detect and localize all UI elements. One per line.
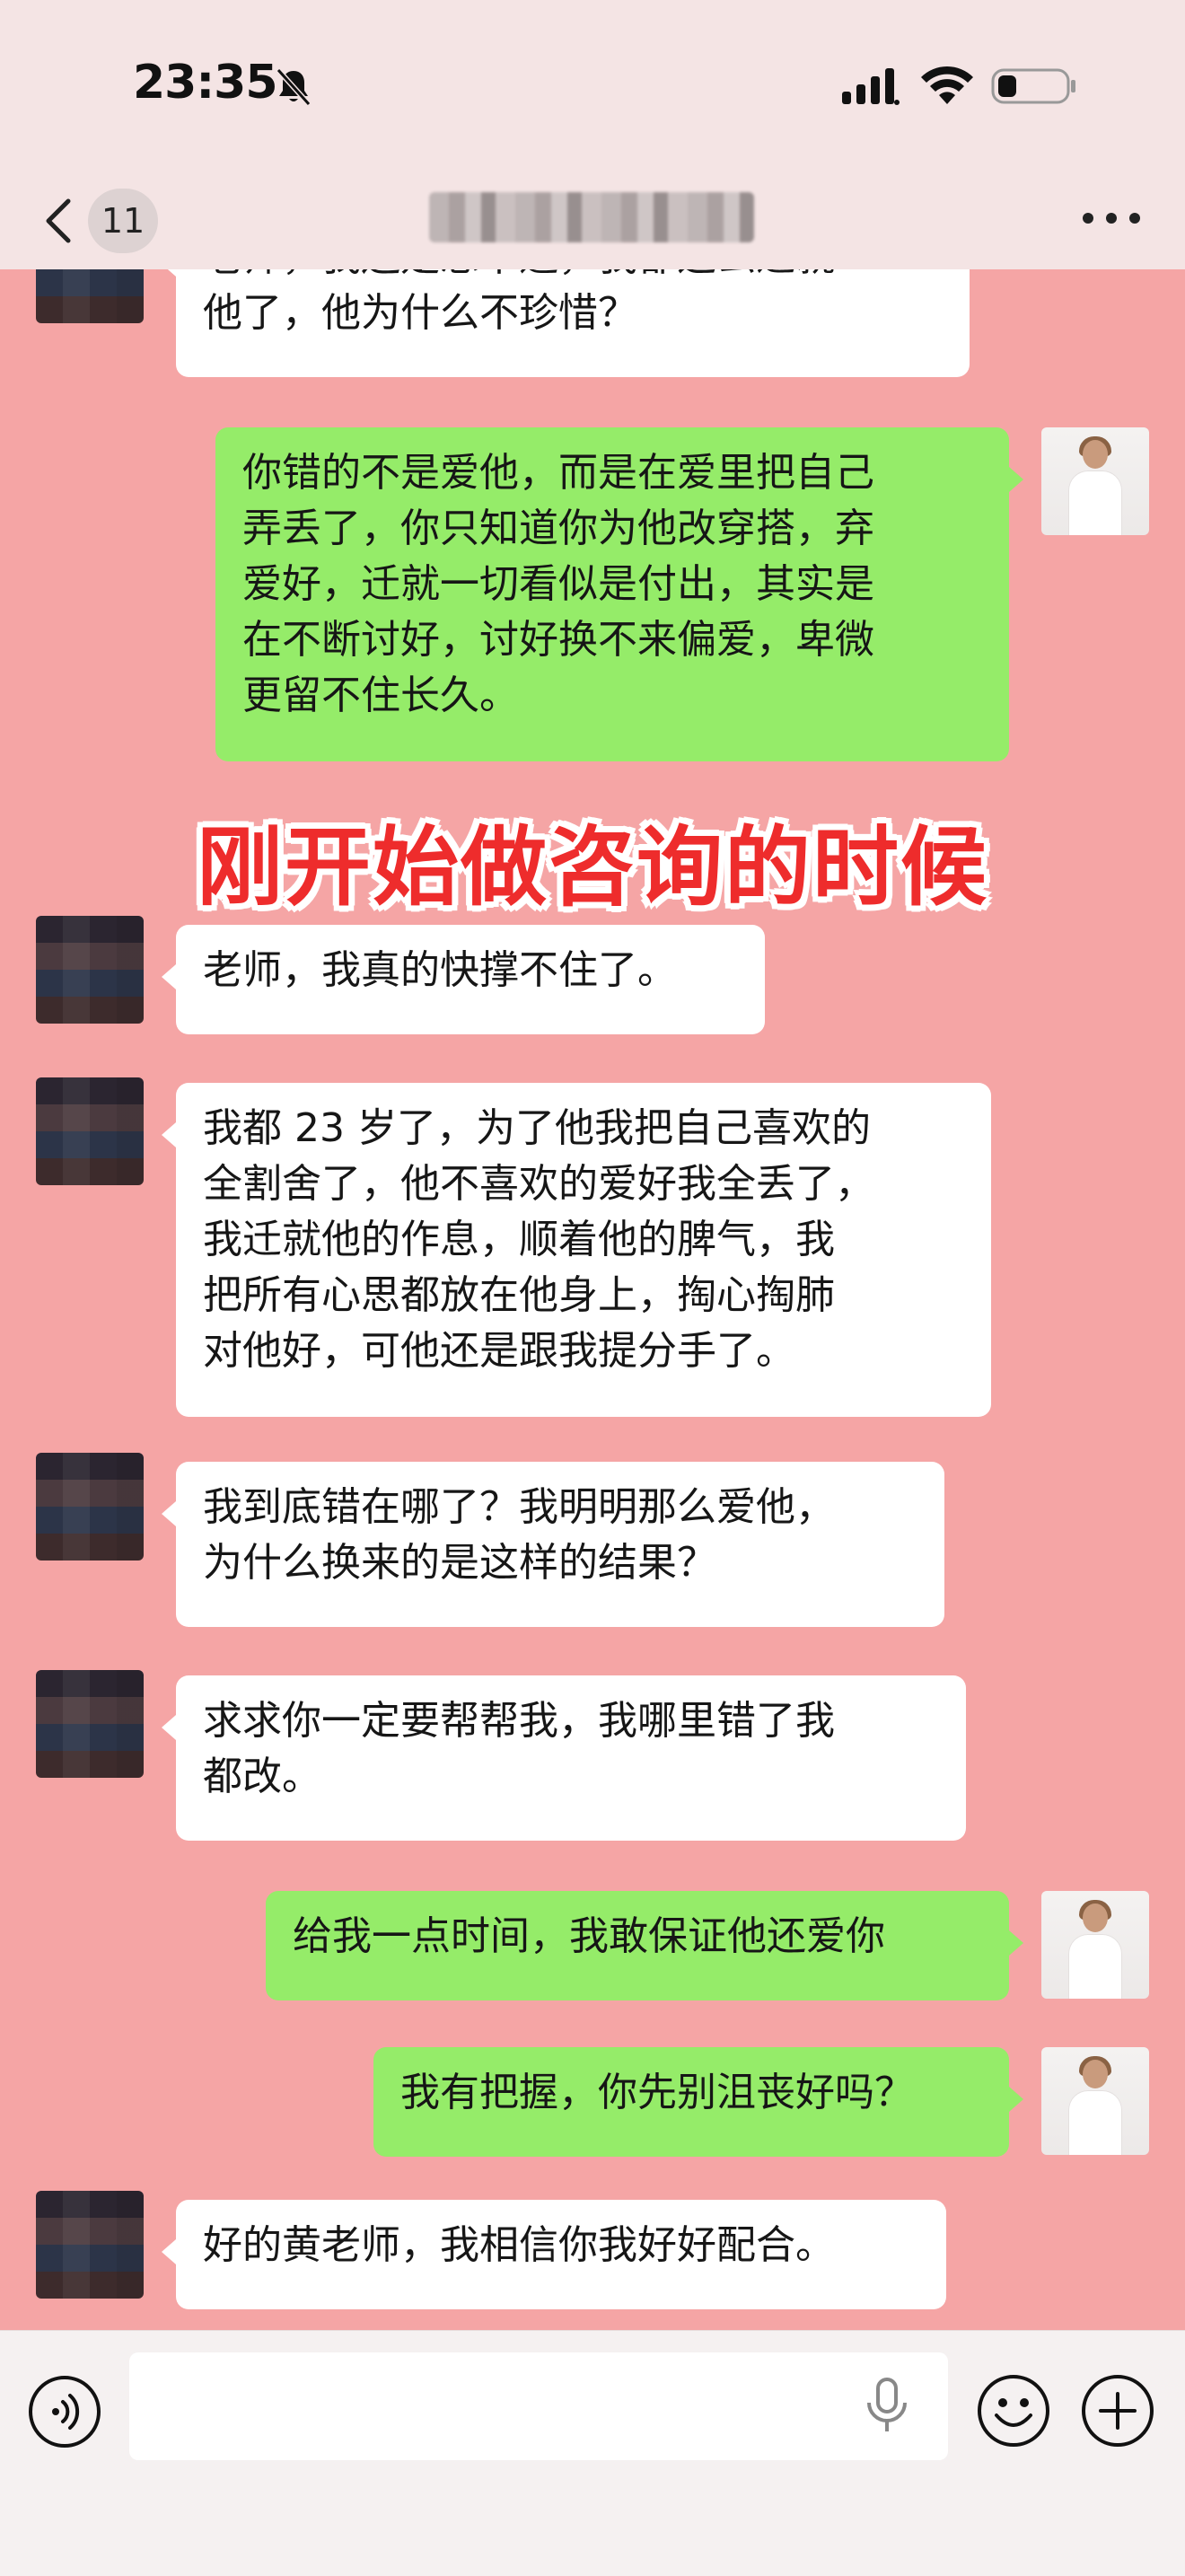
bell-slash-icon bbox=[276, 67, 312, 107]
chevron-left-icon bbox=[46, 198, 71, 243]
input-bar bbox=[0, 2330, 1185, 2576]
message-bubble-incoming[interactable]: 我到底错在哪了？我明明那么爱他， 为什么换来的是这样的结果？ bbox=[162, 1462, 944, 1627]
message-bubble-incoming[interactable]: 老师，我还是想不通，我都这么迁就 他了，他为什么不珍惜？ bbox=[162, 269, 970, 377]
status-time: 23:35 bbox=[133, 56, 278, 110]
battery-icon bbox=[991, 68, 1075, 104]
my-avatar[interactable] bbox=[1041, 1891, 1149, 1999]
contact-avatar[interactable] bbox=[36, 1670, 144, 1778]
cellular-signal-icon bbox=[842, 68, 900, 105]
contact-avatar[interactable] bbox=[36, 1077, 144, 1185]
emoji-icon[interactable] bbox=[975, 2372, 1052, 2449]
message-bubble-outgoing[interactable]: 你错的不是爱他，而是在爱里把自己 弄丢了，你只知道你为他改穿搭，弃 爱好，迁就一… bbox=[215, 427, 1023, 761]
plus-icon[interactable] bbox=[1079, 2372, 1156, 2449]
status-bar: 23:35 bbox=[0, 0, 1185, 171]
message-list[interactable]: 老师，我还是想不通，我都这么迁就 他了，他为什么不珍惜？ 你错的不是爱他，而是在… bbox=[0, 269, 1185, 2330]
contact-avatar[interactable] bbox=[36, 1453, 144, 1561]
contact-avatar[interactable] bbox=[36, 269, 144, 323]
my-avatar[interactable] bbox=[1041, 427, 1149, 535]
my-avatar[interactable] bbox=[1041, 2047, 1149, 2155]
wifi-icon bbox=[921, 66, 973, 104]
contact-avatar[interactable] bbox=[36, 2191, 144, 2299]
overlay-heading: 刚开始做咨询的时候 bbox=[197, 817, 988, 918]
message-input[interactable] bbox=[129, 2352, 948, 2460]
message-bubble-incoming[interactable]: 好的黄老师，我相信你我好好配合。 bbox=[162, 2200, 946, 2309]
message-bubble-outgoing[interactable]: 给我一点时间，我敢保证他还爱你 bbox=[266, 1891, 1023, 2000]
chat-title-blurred bbox=[429, 192, 754, 242]
message-bubble-incoming[interactable]: 老师，我真的快撑不住了。 bbox=[162, 925, 765, 1034]
back-button[interactable]: 11 bbox=[36, 187, 171, 255]
chat-header: 11 bbox=[0, 171, 1185, 270]
unread-count-badge: 11 bbox=[88, 189, 158, 253]
voice-icon[interactable] bbox=[27, 2374, 102, 2449]
microphone-icon[interactable] bbox=[862, 2376, 912, 2437]
message-bubble-outgoing[interactable]: 我有把握，你先别沮丧好吗？ bbox=[373, 2047, 1023, 2157]
message-bubble-incoming[interactable]: 我都 23 岁了，为了他我把自己喜欢的 全割舍了，他不喜欢的爱好我全丢了， 我迁… bbox=[162, 1083, 991, 1417]
more-dots-icon[interactable] bbox=[1074, 196, 1149, 241]
contact-avatar[interactable] bbox=[36, 916, 144, 1024]
message-bubble-incoming[interactable]: 求求你一定要帮帮我，我哪里错了我 都改。 bbox=[162, 1675, 966, 1841]
